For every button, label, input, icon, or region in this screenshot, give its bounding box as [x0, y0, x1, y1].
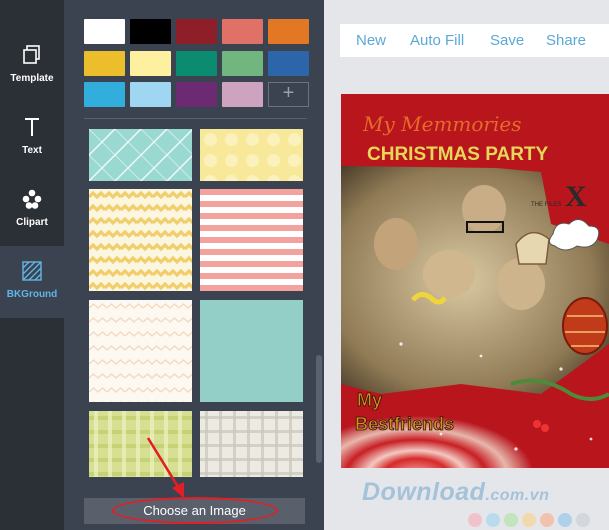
color-swatch[interactable] — [176, 51, 217, 76]
face-top — [462, 185, 506, 233]
card-script-title: My Memmories — [362, 112, 521, 136]
share-button[interactable]: Share — [546, 32, 586, 49]
watermark-dot — [522, 513, 536, 527]
card-title: CHRISTMAS PARTY — [367, 144, 549, 165]
pattern-gray-plaid[interactable] — [200, 411, 303, 477]
new-button[interactable]: New — [356, 32, 386, 49]
color-swatch[interactable] — [176, 19, 217, 44]
background-icon — [0, 260, 64, 286]
color-swatch[interactable] — [222, 51, 263, 76]
pattern-cream-chevron[interactable] — [89, 300, 192, 402]
text-icon — [0, 116, 64, 142]
pattern-pink-stripes[interactable] — [200, 189, 303, 291]
watermark-dot — [504, 513, 518, 527]
watermark-dot — [558, 513, 572, 527]
top-toolbar: New Auto Fill Save Share — [340, 24, 609, 57]
face-left — [374, 218, 418, 270]
pattern-teal-solid[interactable] — [200, 300, 303, 402]
color-swatch[interactable] — [130, 51, 171, 76]
pattern-yellow-dots[interactable] — [200, 129, 303, 181]
card-line-my: My — [357, 390, 382, 410]
color-swatch[interactable] — [268, 19, 309, 44]
panel-scrollbar[interactable] — [316, 355, 322, 463]
tool-background-label: BKGround — [6, 289, 58, 300]
color-swatch[interactable] — [84, 51, 125, 76]
tool-text-label: Text — [22, 145, 42, 156]
watermark-logo: Download.com.vn — [362, 478, 549, 507]
xfiles-caption: THE FILES — [531, 202, 561, 208]
tool-clipart[interactable]: Clipart — [0, 174, 64, 246]
choose-image-button[interactable]: Choose an Image — [84, 498, 305, 524]
tool-rail: Template Text Clipart BKGround — [0, 0, 64, 530]
template-icon — [0, 44, 64, 70]
design-canvas[interactable]: My Memmories CHRISTMAS PARTY X THE FILES… — [341, 94, 609, 468]
color-swatch[interactable] — [84, 82, 125, 107]
watermark-dot — [576, 513, 590, 527]
color-swatch[interactable] — [130, 82, 171, 107]
color-swatch[interactable] — [84, 19, 125, 44]
color-swatch[interactable] — [176, 82, 217, 107]
tool-clipart-label: Clipart — [16, 217, 48, 228]
panel-divider — [84, 118, 307, 119]
color-swatch[interactable] — [268, 51, 309, 76]
watermark-suffix: .com.vn — [485, 487, 550, 504]
tool-template[interactable]: Template — [0, 30, 64, 102]
annotation-arrow — [146, 437, 184, 498]
tool-template-label: Template — [10, 73, 54, 84]
tool-text[interactable]: Text — [0, 102, 64, 174]
watermark-dot — [540, 513, 554, 527]
tool-background[interactable]: BKGround — [0, 246, 64, 318]
color-swatch[interactable] — [130, 19, 171, 44]
auto-fill-button[interactable]: Auto Fill — [410, 32, 464, 49]
card-line-bestfriends: Bestfriends — [355, 414, 454, 434]
watermark-dot — [468, 513, 482, 527]
color-swatch[interactable] — [222, 82, 263, 107]
add-color-button[interactable]: + — [268, 82, 309, 107]
xfiles-logo: X — [565, 180, 587, 213]
save-button[interactable]: Save — [490, 32, 524, 49]
watermark-text: Download — [362, 478, 486, 506]
face-right — [497, 258, 545, 310]
face-middle — [423, 250, 475, 298]
watermark-dot — [486, 513, 500, 527]
pattern-teal-diagonal[interactable] — [89, 129, 192, 181]
clipart-icon — [0, 188, 64, 214]
color-swatch[interactable] — [222, 19, 263, 44]
pattern-yellow-chevron[interactable] — [89, 189, 192, 291]
